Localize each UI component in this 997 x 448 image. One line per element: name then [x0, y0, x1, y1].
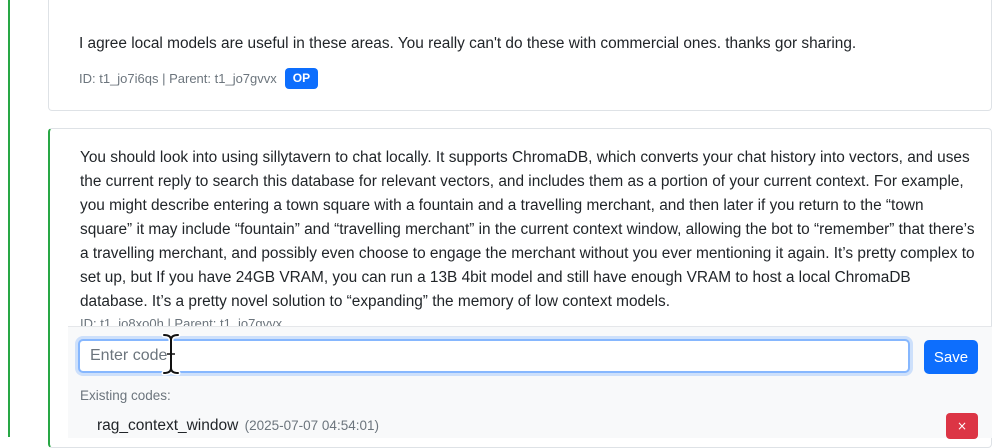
delete-code-button[interactable]: × — [946, 413, 978, 439]
comment-body: I agree local models are useful in these… — [79, 35, 857, 52]
code-timestamp: (2025-07-07 04:54:01) — [244, 418, 379, 433]
text-cursor-icon — [161, 332, 181, 376]
code-panel: Save Existing codes: rag_context_window … — [68, 326, 992, 439]
comment-id-label: ID: t1_jo7i6qs | Parent: t1_jo7gvvx — [79, 70, 277, 86]
comment-meta: ID: t1_jo7i6qs | Parent: t1_jo7gvvx OP — [79, 67, 319, 89]
save-button[interactable]: Save — [924, 340, 978, 374]
code-list-item: rag_context_window (2025-07-07 04:54:01) — [97, 417, 379, 435]
code-name: rag_context_window — [97, 417, 239, 434]
comment-body: You should look into using sillytavern t… — [80, 149, 975, 310]
op-badge: OP — [284, 67, 319, 89]
code-input[interactable] — [78, 339, 910, 373]
close-icon: × — [956, 419, 968, 433]
existing-codes-label: Existing codes: — [80, 388, 171, 403]
comment-card-op-reply: I agree local models are useful in these… — [48, 0, 992, 111]
thread-line — [8, 0, 10, 437]
